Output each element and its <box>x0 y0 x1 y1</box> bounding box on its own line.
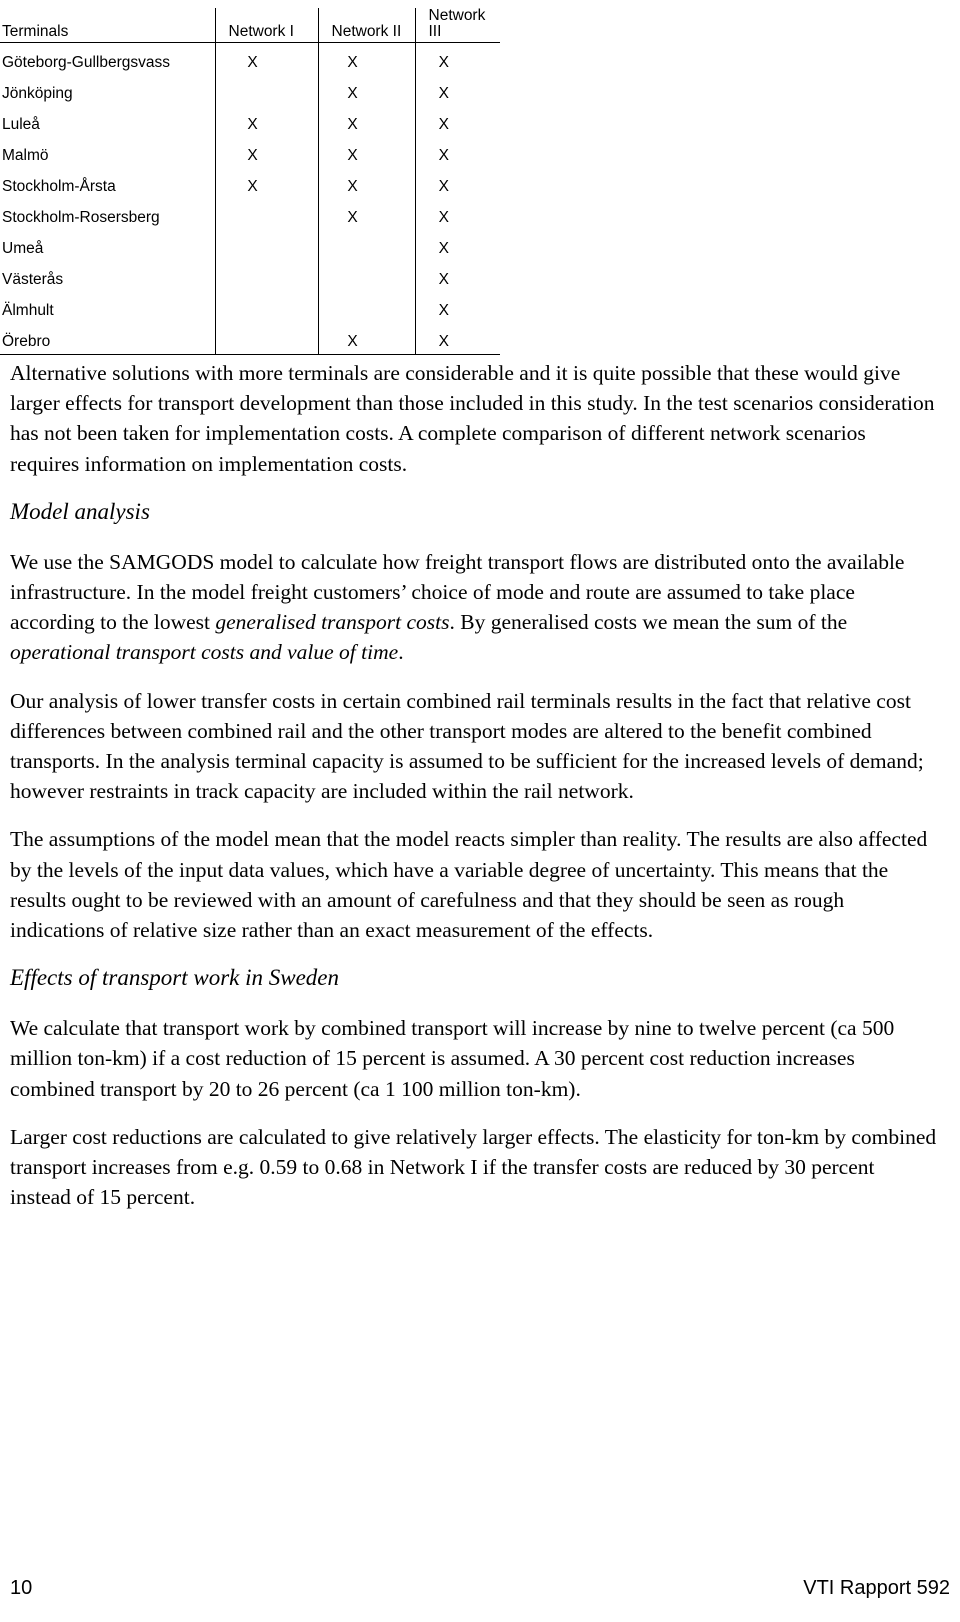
network-2-mark: X <box>317 136 415 167</box>
terminal-name: Malmö <box>2 146 49 164</box>
network-1-mark <box>214 74 318 105</box>
network-3-mark: X <box>414 136 500 167</box>
heading-effects-of-transport-work: Effects of transport work in Sweden <box>10 965 340 991</box>
paragraph-text-segment: . <box>398 640 404 665</box>
table-row: Göteborg-Gullbergsvass X X X <box>0 42 500 74</box>
column-header-network-1: Network I <box>214 8 318 43</box>
terminals-table-container: Terminals Network I Network II Network I… <box>0 8 500 355</box>
table-row: Malmö X X X <box>0 136 500 167</box>
network-2-mark <box>317 260 415 291</box>
network-3-mark: X <box>414 42 500 74</box>
table-row: Umeå X <box>0 229 500 260</box>
network-1-mark: X <box>214 136 318 167</box>
network-1-mark: X <box>214 105 318 136</box>
terminal-name: Stockholm-Årsta <box>2 177 116 195</box>
terminal-name: Jönköping <box>2 84 73 102</box>
emphasis-generalised-transport-costs: generalised transport costs <box>215 610 450 635</box>
table-header: Terminals Network I Network II Network I… <box>0 8 500 43</box>
network-1-mark <box>214 229 318 260</box>
table-row: Luleå X X X <box>0 105 500 136</box>
terminal-name: Luleå <box>2 115 40 133</box>
paragraph-effects-calculation: We calculate that transport work by comb… <box>10 1016 895 1101</box>
terminals-network-table: Terminals Network I Network II Network I… <box>0 8 500 355</box>
table-row: Älmhult X <box>0 291 500 322</box>
network-3-mark: X <box>414 229 500 260</box>
network-1-mark: X <box>214 42 318 74</box>
table-row: Stockholm-Årsta X X X <box>0 167 500 198</box>
network-3-mark: X <box>414 291 500 322</box>
network-2-mark: X <box>317 105 415 136</box>
terminal-name: Älmhult <box>2 301 54 319</box>
terminal-name: Västerås <box>2 270 64 288</box>
network-2-mark: X <box>317 198 415 229</box>
terminal-name: Göteborg-Gullbergsvass <box>2 53 170 71</box>
table-body: Göteborg-Gullbergsvass X X X Jönköping X… <box>0 42 500 355</box>
paragraph-effects-elasticity: Larger cost reductions are calculated to… <box>10 1124 937 1210</box>
network-1-mark <box>214 198 318 229</box>
column-header-network-2: Network II <box>317 8 415 43</box>
heading-model-analysis: Model analysis <box>10 498 150 524</box>
paragraph-model-samgods: We use the SAMGODS model to calculate ho… <box>10 547 940 668</box>
document-page: Terminals Network I Network II Network I… <box>0 0 960 1622</box>
network-3-mark: X <box>414 322 500 355</box>
network-3-mark: X <box>414 105 500 136</box>
column-header-terminals: Terminals <box>0 8 215 43</box>
table-row: Örebro X X <box>0 322 500 355</box>
terminal-name: Örebro <box>0 322 215 355</box>
table-header-row: Terminals Network I Network II Network I… <box>0 8 500 43</box>
page-footer: 10 VTI Rapport 592 <box>10 1577 950 1600</box>
network-2-mark <box>317 291 415 322</box>
network-3-mark: X <box>414 167 500 198</box>
network-3-mark: X <box>414 74 500 105</box>
network-2-mark: X <box>317 322 415 355</box>
paragraph-terminals-alternatives: Alternative solutions with more terminal… <box>10 361 935 476</box>
emphasis-operational-costs-value-of-time: operational transport costs and value of… <box>10 640 399 665</box>
footer-report-title: VTI Rapport 592 <box>803 1577 950 1599</box>
network-1-mark <box>214 260 318 291</box>
table-row: Stockholm-Rosersberg X X <box>0 198 500 229</box>
network-1-mark <box>214 291 318 322</box>
paragraph-text-segment: . By generalised costs we mean the sum o… <box>449 610 848 635</box>
network-1-mark <box>214 322 318 355</box>
table-row: Jönköping X X <box>0 74 500 105</box>
network-2-mark: X <box>317 42 415 74</box>
terminal-name: Umeå <box>2 239 44 257</box>
paragraph-model-assumptions: The assumptions of the model mean that t… <box>10 827 928 943</box>
network-2-mark <box>317 229 415 260</box>
network-2-mark: X <box>317 167 415 198</box>
document-body: Alternative solutions with more terminal… <box>10 358 940 1230</box>
network-1-mark: X <box>214 167 318 198</box>
column-header-network-3: Network III <box>414 8 500 43</box>
network-3-mark: X <box>414 260 500 291</box>
terminal-name: Stockholm-Rosersberg <box>2 208 160 226</box>
footer-page-number: 10 <box>10 1577 33 1599</box>
network-3-mark: X <box>414 198 500 229</box>
table-row: Västerås X <box>0 260 500 291</box>
paragraph-transfer-cost-analysis: Our analysis of lower transfer costs in … <box>10 688 924 804</box>
network-2-mark: X <box>317 74 415 105</box>
